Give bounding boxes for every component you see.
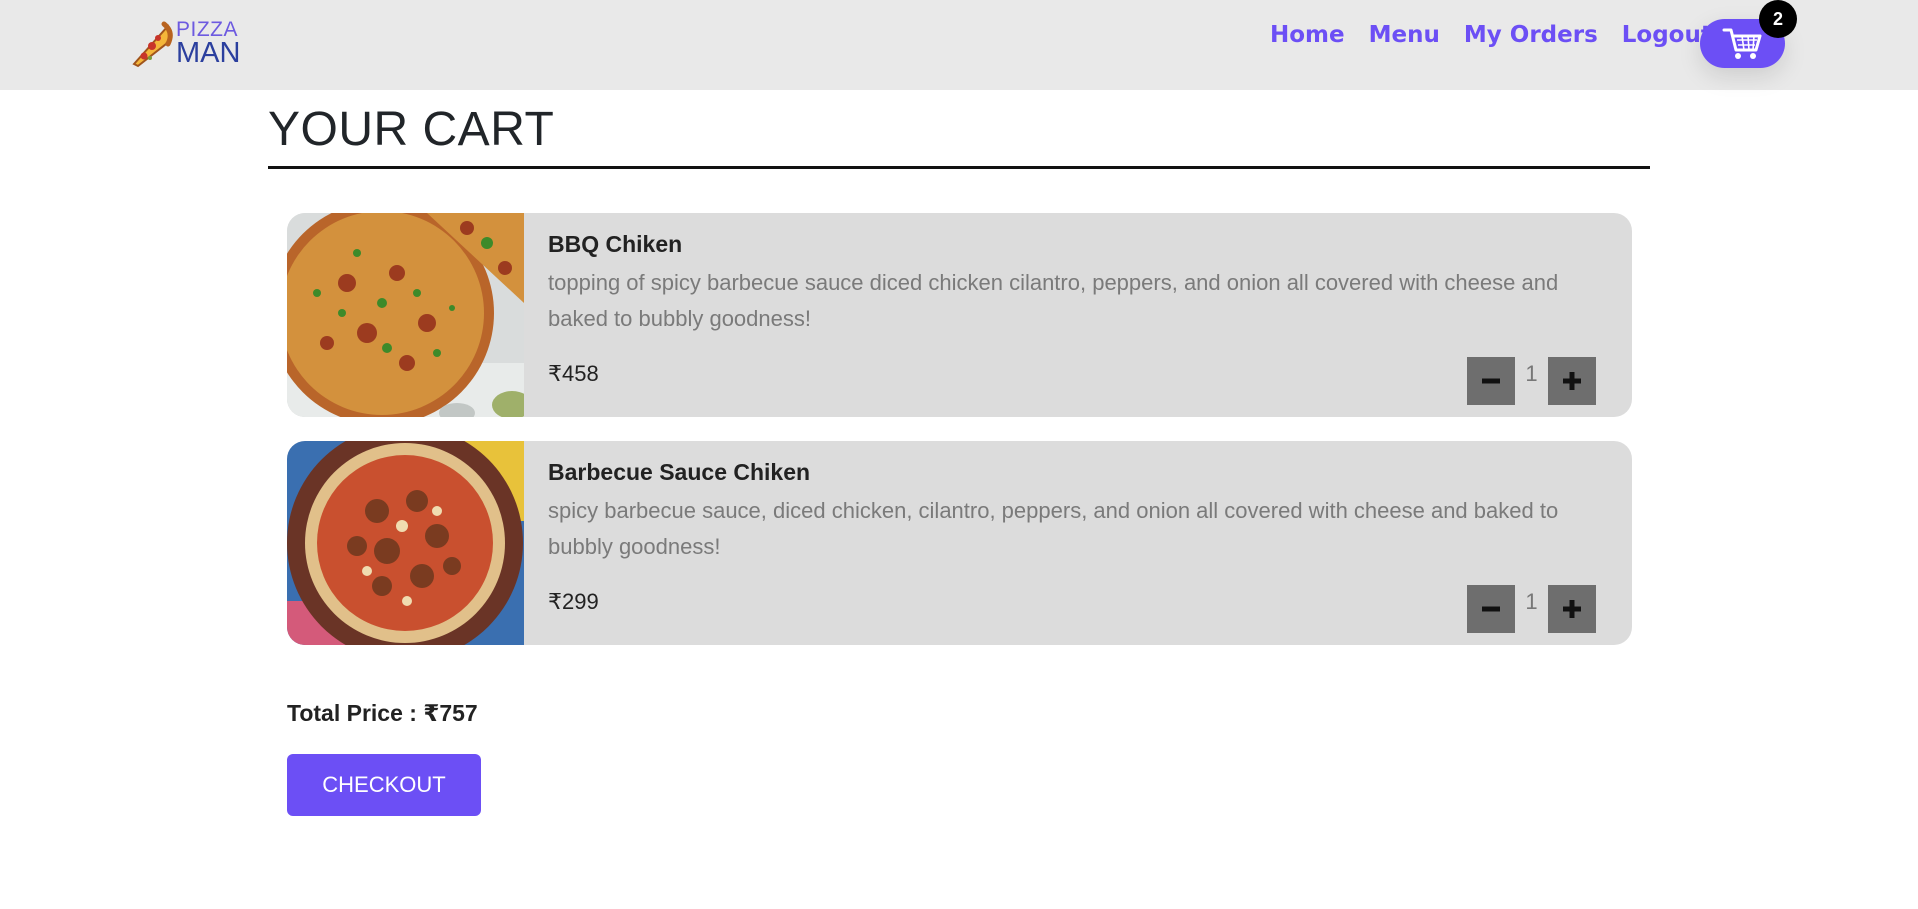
item-price: ₹458 (548, 361, 599, 386)
increase-quantity-button[interactable] (1548, 357, 1596, 405)
pizza-slice-icon (128, 18, 174, 68)
nav-link-menu[interactable]: Menu (1369, 22, 1440, 48)
increase-quantity-button[interactable] (1548, 585, 1596, 633)
shopping-cart-icon (1722, 28, 1761, 59)
cart-item: Barbecue Sauce Chiken spicy barbecue sau… (287, 441, 1632, 645)
decrease-quantity-button[interactable] (1467, 585, 1515, 633)
nav-link-logout[interactable]: Logout (1622, 22, 1712, 48)
checkout-button[interactable]: CHECKOUT (287, 754, 481, 816)
brand-line2: MAN (176, 36, 241, 69)
minus-icon (1482, 606, 1500, 612)
cart-count-badge: 2 (1759, 0, 1797, 38)
brand-logo[interactable]: PIZZA MAN (128, 18, 240, 68)
cart-item: BBQ Chiken topping of spicy barbecue sau… (287, 213, 1632, 417)
total-price: Total Price : ₹757 (287, 700, 478, 726)
item-description: topping of spicy barbecue sauce diced ch… (548, 270, 1559, 331)
title-divider (268, 166, 1650, 169)
quantity-value: 1 (1525, 361, 1538, 386)
brand-name: PIZZA MAN (176, 19, 240, 68)
nav-link-home[interactable]: Home (1270, 22, 1345, 48)
decrease-quantity-button[interactable] (1467, 357, 1515, 405)
plus-icon (1563, 372, 1581, 390)
nav-link-my-orders[interactable]: My Orders (1464, 22, 1598, 48)
item-name: Barbecue Sauce Chiken (548, 459, 811, 485)
plus-icon (1563, 600, 1581, 618)
item-description: spicy barbecue sauce, diced chicken, cil… (548, 498, 1559, 559)
item-name: BBQ Chiken (548, 231, 683, 257)
page-title: YOUR CART (268, 103, 555, 156)
quantity-value: 1 (1525, 589, 1538, 614)
nav-links: Home Menu My Orders Logout (1270, 22, 1712, 48)
item-image (287, 441, 524, 645)
item-image (287, 213, 532, 417)
minus-icon (1482, 378, 1500, 384)
navbar: PIZZA MAN Home Menu My Orders Logout 2 (0, 0, 1918, 90)
item-price: ₹299 (548, 589, 599, 614)
